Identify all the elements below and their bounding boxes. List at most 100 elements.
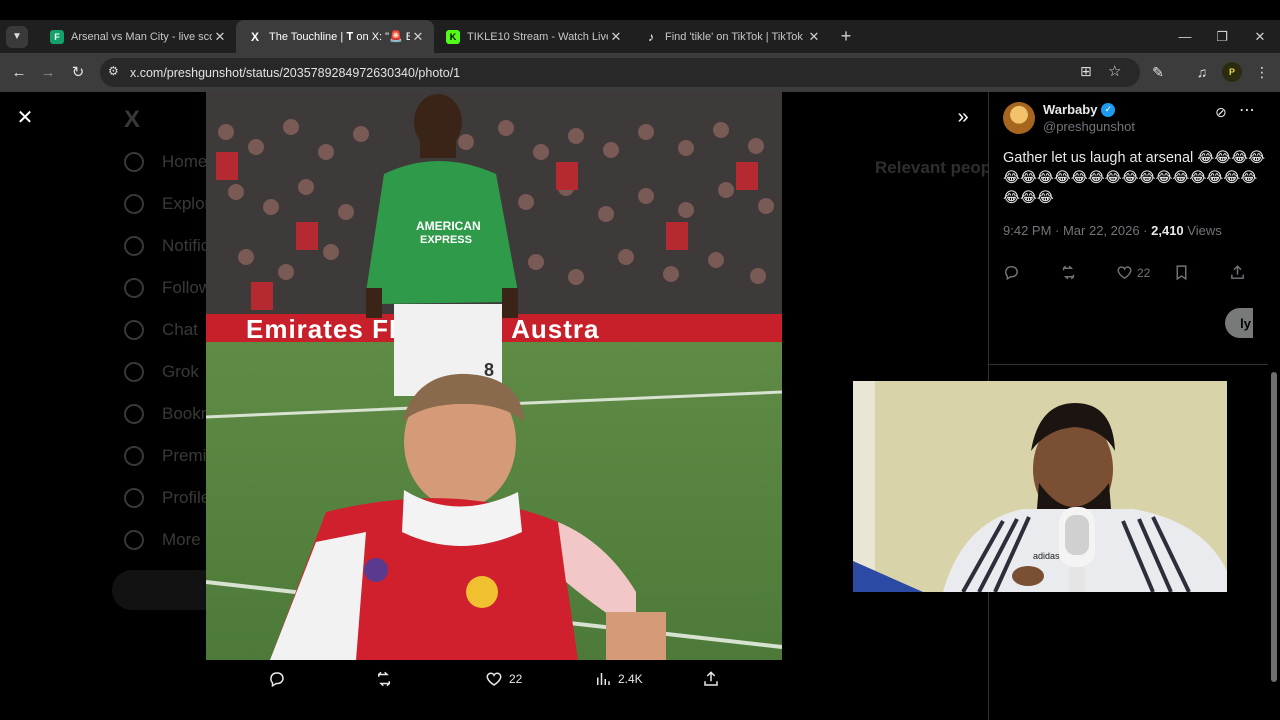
kick-favicon-icon: K [446, 29, 460, 44]
tweet-action-bar: 22 [1003, 264, 1253, 284]
bg-nav-item: Follow [124, 278, 211, 298]
heart-icon [486, 672, 502, 686]
webcam-overlay: adidas [853, 381, 1227, 592]
tweet-meta: 9:42 PM · Mar 22, 2026 · 2,410 Views [1003, 223, 1222, 238]
tab-bar: ▼ F Arsenal vs Man City - live score ✕ X… [0, 20, 1280, 53]
page-scrollbar[interactable] [1268, 92, 1280, 720]
media-controls-icon[interactable]: ♫ [1192, 62, 1212, 82]
collapse-sidebar-icon[interactable]: » [952, 106, 974, 128]
heart-icon [1117, 266, 1132, 280]
share-button[interactable] [702, 670, 726, 688]
install-app-icon[interactable]: ⊞ [1080, 63, 1092, 80]
repost-icon [378, 671, 390, 687]
bg-nav-item: Home [124, 152, 207, 172]
avatar[interactable] [1003, 102, 1035, 134]
flashscore-favicon-icon: F [50, 29, 64, 44]
bg-nav-item: Grok [124, 362, 199, 382]
address-bar: ← → ↻ ⚙ x.com/preshgunshot/status/203578… [0, 53, 1280, 92]
handle[interactable]: @preshgunshot [1043, 119, 1135, 134]
tab-close-icon[interactable]: ✕ [212, 29, 228, 45]
bg-nav-label: Profile [162, 488, 211, 507]
repost-button[interactable] [1060, 264, 1081, 281]
share-icon [704, 671, 718, 686]
views-label: Views [1183, 223, 1222, 238]
tweet-time[interactable]: 9:42 PM · Mar 22, 2026 · [1003, 223, 1151, 238]
tab-close-icon[interactable]: ✕ [806, 29, 822, 45]
site-info-icon[interactable]: ⚙ [108, 64, 119, 78]
tweet-header: Warbaby ✓ @preshgunshot [1003, 102, 1135, 134]
tab-title: TIKLE10 Stream - Watch Live on [467, 30, 608, 43]
like-count: 22 [509, 672, 523, 686]
tab-title: Find 'tikle' on TikTok | TikTok Se [665, 30, 806, 43]
like-button[interactable]: 22 [485, 670, 522, 688]
tab-search-button[interactable]: ▼ [6, 25, 28, 48]
bell-icon [124, 236, 144, 256]
author-names: Warbaby ✓ @preshgunshot [1043, 102, 1135, 134]
mail-icon [124, 320, 144, 340]
tab-title: The Touchline | 𝐓 on X: "🚨 BRE [269, 30, 410, 43]
forward-arrow-icon[interactable]: → [33, 57, 63, 87]
tab-close-icon[interactable]: ✕ [410, 29, 426, 45]
tab-1[interactable]: X The Touchline | 𝐓 on X: "🚨 BRE ✕ [236, 20, 434, 53]
bg-nav-item: Profile [124, 488, 210, 508]
views-count-bold: 2,410 [1151, 223, 1184, 238]
restore-icon[interactable]: ❐ [1203, 20, 1241, 53]
more-options-icon[interactable]: ⋯ [1239, 100, 1255, 120]
repost-icon [1062, 265, 1075, 280]
grok-icon [124, 362, 144, 382]
x-logo-icon: X [124, 106, 141, 133]
reply-submit-button[interactable]: ly [1225, 308, 1253, 338]
url-text[interactable]: x.com/preshgunshot/status/20357892849726… [130, 66, 460, 80]
profile-avatar-icon[interactable]: P [1222, 62, 1242, 82]
premium-icon [124, 446, 144, 466]
tab-2[interactable]: K TIKLE10 Stream - Watch Live on ✕ [434, 20, 632, 53]
media-action-bar: 22 2.4K [206, 660, 782, 702]
tiktok-favicon-icon: ♪ [648, 29, 654, 44]
home-icon [124, 152, 144, 172]
scrollbar-thumb[interactable] [1271, 372, 1277, 682]
reply-button[interactable] [268, 670, 292, 688]
more-icon [124, 530, 144, 550]
display-name-row[interactable]: Warbaby ✓ [1043, 102, 1135, 117]
extensions-icon[interactable]: ✎ [1148, 62, 1168, 82]
browser-menu-icon[interactable]: ⋮ [1252, 62, 1272, 82]
views-count: 2.4K [618, 672, 643, 686]
bookmark-icon [1176, 265, 1187, 281]
reply-icon [1005, 266, 1018, 281]
reply-icon [270, 672, 284, 688]
bookmark-button[interactable] [1173, 264, 1194, 281]
window-close-icon[interactable]: ✕ [1241, 20, 1279, 53]
reply-button[interactable] [1003, 264, 1024, 281]
bg-nav-label: More [162, 530, 201, 549]
tweet-photo[interactable]: Emirates FITTER to Austra AMERICAN EXPRE… [206, 92, 782, 660]
back-arrow-icon[interactable]: ← [4, 57, 34, 87]
share-icon [1231, 265, 1244, 279]
bg-nav-label: Grok [162, 362, 199, 381]
x-favicon-icon: X [250, 29, 259, 44]
tab-close-icon[interactable]: ✕ [608, 29, 624, 45]
reload-icon[interactable]: ↻ [63, 57, 93, 87]
bookmark-star-icon[interactable]: ☆ [1108, 62, 1121, 80]
svg-text:adidas: adidas [1033, 551, 1060, 561]
new-tab-plus-icon[interactable]: + [832, 26, 860, 47]
views-button[interactable]: 2.4K [594, 670, 643, 688]
streamer-video: adidas [853, 381, 1227, 592]
divider [989, 364, 1280, 365]
bg-nav-label: Follow [162, 278, 212, 297]
photo-illustration: Emirates FITTER to Austra AMERICAN EXPRE… [206, 92, 782, 660]
omnibox[interactable]: ⚙ x.com/preshgunshot/status/203578928497… [100, 58, 1140, 87]
share-button[interactable] [1229, 264, 1250, 281]
minimize-icon[interactable]: — [1166, 20, 1204, 53]
verified-badge-icon: ✓ [1101, 102, 1116, 117]
close-viewer-icon[interactable]: ✕ [14, 106, 36, 129]
tab-0[interactable]: F Arsenal vs Man City - live score ✕ [38, 20, 236, 53]
bookmark-icon [124, 404, 144, 424]
tab-3[interactable]: ♪ Find 'tikle' on TikTok | TikTok Se ✕ [632, 20, 830, 53]
display-name[interactable]: Warbaby [1043, 102, 1097, 117]
repost-button[interactable] [375, 670, 399, 688]
page: X Home Explore Notifications Follow Chat… [0, 92, 1280, 720]
bg-nav-label: Chat [162, 320, 198, 339]
grok-explain-icon[interactable]: ⊘ [1215, 104, 1227, 121]
like-button[interactable]: 22 [1116, 264, 1150, 281]
tab-title: Arsenal vs Man City - live score [71, 30, 212, 43]
